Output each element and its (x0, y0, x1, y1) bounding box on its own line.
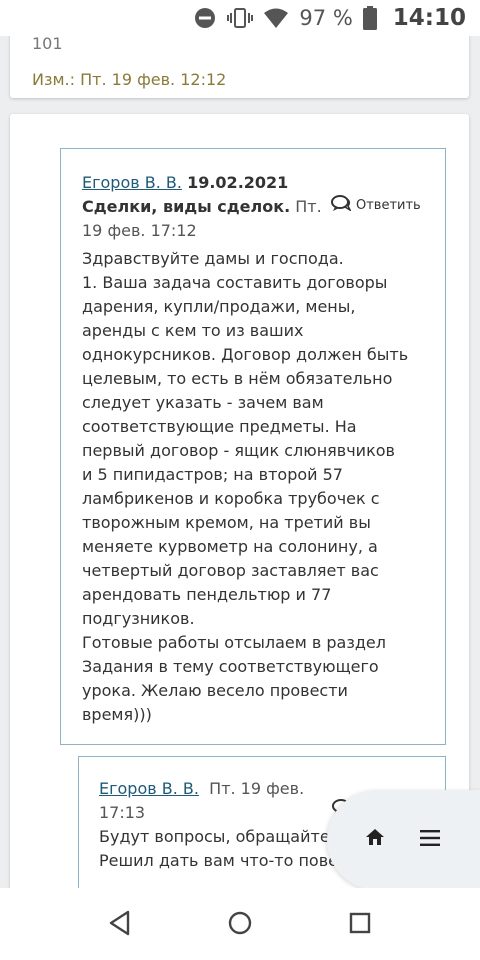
body-line: арендовать пендельтюр и 77 (82, 585, 332, 604)
home-icon[interactable] (365, 827, 385, 851)
reply-label: Ответить (356, 197, 421, 213)
author-link[interactable]: Егоров В. В. (82, 173, 182, 192)
body-line: творожным кремом, на третий вы (82, 513, 371, 532)
home-circle-icon[interactable] (228, 910, 252, 940)
body-line: дарения, купли/продажи, мены, (82, 297, 356, 316)
body-line: аренды с кем то из ваших (82, 321, 304, 340)
system-nav-bar (0, 888, 480, 960)
battery-level: 97 % (299, 6, 353, 30)
body-line: целевым, то есть в нём обязательно (82, 369, 393, 388)
forum-post: Егоров В. В. 19.02.2021 Сделки, виды сде… (60, 148, 446, 745)
body-line: Задания в тему соответствующего (82, 657, 379, 676)
post-subject: Сделки, виды сделок. (82, 197, 291, 216)
post-time-line2: 17:13 (99, 803, 146, 822)
body-line: ламбрикенов и коробка трубочек с (82, 489, 380, 508)
floating-nav-panel (327, 790, 480, 890)
menu-icon[interactable] (420, 829, 440, 851)
body-line: время))) (82, 705, 152, 724)
post-header: Егоров В. В. Пт. 19 фев. 17:13 (99, 777, 319, 825)
body-line: урока. Желаю весело провести (82, 681, 348, 700)
clock: 14:10 (392, 5, 466, 31)
post-body: Здравствуйте дамы и господа. 1. Ваша зад… (82, 247, 422, 727)
reply-button[interactable]: Ответить (331, 195, 421, 215)
body-line: четвертый договор заставляет вас (82, 561, 379, 580)
body-line: следует указать - зачем вам (82, 393, 324, 412)
recents-icon[interactable] (348, 910, 372, 940)
author-link[interactable]: Егоров В. В. (99, 779, 199, 798)
body-line: первый договор - ящик слюнявчиков (82, 441, 395, 460)
post-header: Егоров В. В. 19.02.2021 Сделки, виды сде… (82, 171, 327, 243)
status-bar: 97 % 14:10 (0, 0, 480, 36)
body-line: соответствующие предметы. На (82, 417, 357, 436)
edited-timestamp: Изм.: Пт. 19 фев. 12:12 (32, 70, 227, 89)
wifi-icon (263, 7, 289, 29)
post-time: Пт. 19 фев. (209, 779, 305, 798)
body-line: Готовые работы отсылаем в раздел (82, 633, 386, 652)
vibrate-icon (227, 6, 254, 30)
body-line: 1. Ваша задача составить договоры (82, 273, 388, 292)
body-line: однокурсников. Договор должен быть (82, 345, 409, 364)
body-line: Здравствуйте дамы и господа. (82, 249, 344, 268)
body-line: подгузников. (82, 609, 195, 628)
body-line: и 5 пипидастров; на второй 57 (82, 465, 343, 484)
post-date: 19.02.2021 (187, 173, 289, 192)
body-line: меняете курвометр на солонину, а (82, 537, 378, 556)
previous-post-text: 101 (32, 34, 63, 53)
battery-icon (362, 6, 377, 30)
status-icons: 97 % 14:10 (193, 4, 466, 32)
dnd-icon (193, 6, 217, 30)
discussion-card: Егоров В. В. 19.02.2021 Сделки, виды сде… (10, 114, 469, 904)
back-icon[interactable] (108, 910, 132, 940)
speech-bubble-icon (331, 195, 352, 215)
